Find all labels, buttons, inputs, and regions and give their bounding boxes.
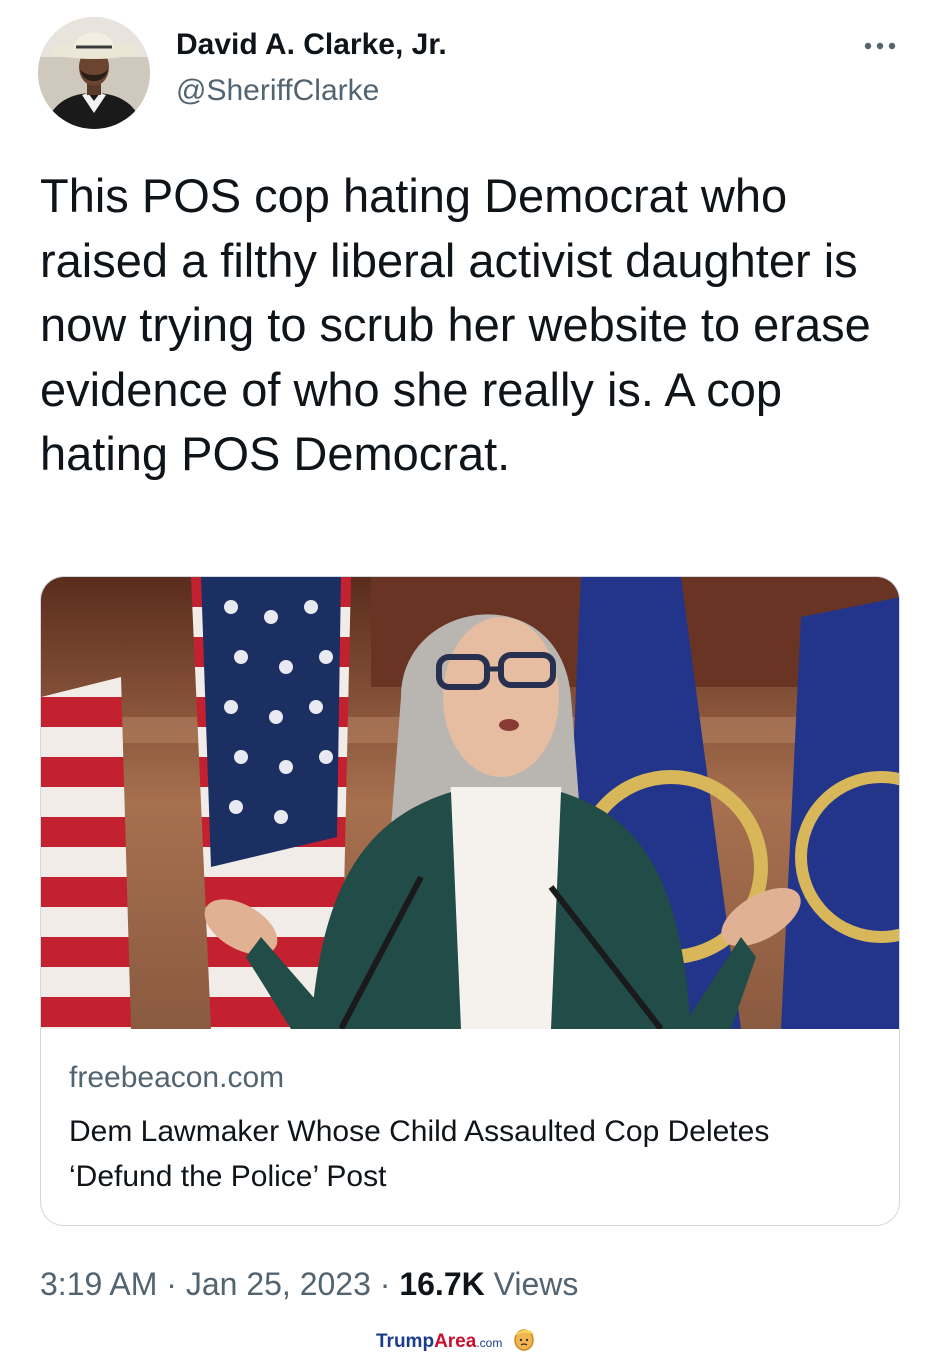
tweet-date[interactable]: Jan 25, 2023 [186,1266,371,1302]
watermark: TrumpArea.com [376,1326,536,1354]
views-label: Views [484,1266,579,1302]
tweet-meta: 3:19 AM · Jan 25, 2023 · 16.7K Views [40,1266,578,1303]
card-title: Dem Lawmaker Whose Child Assaulted Cop D… [69,1115,770,1193]
card-domain: freebeacon.com [69,1061,285,1094]
author-display-name[interactable]: David A. Clarke, Jr. [176,28,447,62]
meta-separator: · [157,1266,186,1302]
tweet-text: This POS cop hating Democrat who raised … [40,169,871,480]
profile-photo-icon [38,17,150,129]
card-image [41,577,899,1029]
watermark-brand-part2: Area [434,1331,477,1353]
author-handle[interactable]: @SheriffClarke [176,74,379,108]
trump-face-icon [512,1326,536,1358]
watermark-brand-suffix: .com [476,1336,503,1351]
link-preview-card[interactable]: freebeacon.com Dem Lawmaker Whose Child … [40,576,900,1226]
watermark-brand-part1: Trump [376,1331,435,1353]
author-avatar[interactable] [38,17,150,129]
tweet-time[interactable]: 3:19 AM [40,1266,157,1302]
more-options-button[interactable] [856,30,904,62]
news-photo-icon [41,577,899,1029]
more-horizontal-icon [864,42,896,50]
views-count: 16.7K [399,1266,485,1302]
meta-separator: · [370,1266,400,1302]
tweet: David A. Clarke, Jr. @SheriffClarke This… [0,0,940,1355]
